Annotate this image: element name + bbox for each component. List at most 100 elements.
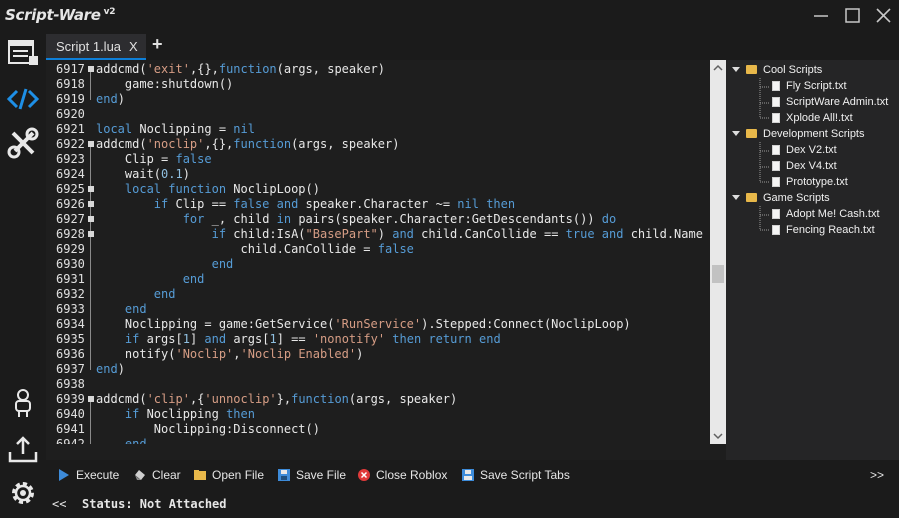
- line-number: 6922: [56, 137, 85, 151]
- line-number: 6937: [56, 362, 85, 376]
- code-line[interactable]: 6941 Noclipping:Disconnect(): [46, 422, 710, 437]
- expand-arrow-icon[interactable]: [732, 67, 740, 72]
- code-line[interactable]: 6925 local function NoclipLoop(): [46, 182, 710, 197]
- code-icon: [6, 88, 40, 110]
- fold-marker[interactable]: [88, 186, 94, 192]
- file-name: Dex V2.txt: [786, 144, 837, 156]
- code-line[interactable]: 6920: [46, 107, 710, 122]
- scroll-down-icon[interactable]: [710, 430, 726, 442]
- code-line[interactable]: 6928 if child:IsA("BasePart") and child.…: [46, 227, 710, 242]
- tree-file[interactable]: Adopt Me! Cash.txt: [772, 208, 880, 220]
- execute-label: Execute: [76, 468, 120, 482]
- sidebar-editor-button[interactable]: [6, 36, 40, 70]
- save-script-tabs-label: Save Script Tabs: [480, 468, 570, 482]
- file-name: Dex V4.txt: [786, 160, 837, 172]
- code-line[interactable]: 6921 local Noclipping = nil: [46, 122, 710, 137]
- file-icon: [772, 97, 780, 107]
- expand-toolbar-button[interactable]: >>: [870, 468, 884, 482]
- code-line[interactable]: 6926 if Clip == false and speaker.Charac…: [46, 197, 710, 212]
- code-line[interactable]: 6937 end): [46, 362, 710, 377]
- expand-arrow-icon[interactable]: [732, 195, 740, 200]
- tree-file[interactable]: Prototype.txt: [772, 176, 848, 188]
- fold-marker[interactable]: [88, 66, 94, 72]
- code-line[interactable]: 6934 Noclipping = game:GetService('RunSe…: [46, 317, 710, 332]
- add-tab-button[interactable]: +: [152, 34, 163, 55]
- sidebar-tools-button[interactable]: [6, 126, 40, 160]
- open-file-button[interactable]: Open File: [194, 468, 264, 482]
- fold-marker[interactable]: [88, 231, 94, 237]
- code-line[interactable]: 6933 end: [46, 302, 710, 317]
- close-roblox-button[interactable]: Close Roblox: [358, 468, 447, 482]
- tree-file[interactable]: ScriptWare Admin.txt: [772, 96, 888, 108]
- code-line[interactable]: 6932 end: [46, 287, 710, 302]
- code-line[interactable]: 6931 end: [46, 272, 710, 287]
- tree-file[interactable]: Dex V2.txt: [772, 144, 837, 156]
- code-line[interactable]: 6919 end): [46, 92, 710, 107]
- title-bar: Script-Ware v2: [0, 0, 899, 32]
- sidebar-settings-button[interactable]: [6, 476, 40, 510]
- code-line[interactable]: 6923 Clip = false: [46, 152, 710, 167]
- app-logo: Script-Ware v2: [5, 6, 115, 24]
- tree-file[interactable]: Fly Script.txt: [772, 80, 847, 92]
- code-line[interactable]: 6927 for _, child in pairs(speaker.Chara…: [46, 212, 710, 227]
- file-name: ScriptWare Admin.txt: [786, 96, 889, 108]
- code-line[interactable]: 6935 if args[1] and args[1] == 'nonotify…: [46, 332, 710, 347]
- code-text: game:shutdown(): [96, 77, 234, 91]
- file-icon: [772, 145, 780, 155]
- code-line[interactable]: 6929 child.CanCollide = false: [46, 242, 710, 257]
- code-line[interactable]: 6917 addcmd('exit',{},function(args, spea…: [46, 62, 710, 77]
- sidebar-code-button[interactable]: [6, 82, 40, 116]
- file-icon: [772, 209, 780, 219]
- line-number: 6939: [56, 392, 85, 406]
- save-icon: [278, 469, 290, 481]
- code-line[interactable]: 6930 end: [46, 257, 710, 272]
- code-editor[interactable]: 6917 addcmd('exit',{},function(args, spea…: [46, 60, 710, 444]
- line-number: 6936: [56, 347, 85, 361]
- sidebar-share-button[interactable]: [6, 432, 40, 466]
- tree-folder[interactable]: Cool Scripts: [732, 64, 822, 76]
- code-text: end: [124, 437, 147, 444]
- file-name: Adopt Me! Cash.txt: [786, 208, 880, 220]
- save-file-button[interactable]: Save File: [278, 468, 346, 482]
- tab-script-1[interactable]: Script 1.lua X: [46, 34, 146, 60]
- maximize-button[interactable]: [840, 4, 864, 28]
- app-version: v2: [103, 7, 116, 17]
- code-line[interactable]: 6924 wait(0.1): [46, 167, 710, 182]
- code-text: local Noclipping = nil: [96, 122, 255, 136]
- save-script-tabs-button[interactable]: Save Script Tabs: [462, 468, 570, 482]
- code-line[interactable]: 6922 addcmd('noclip',{},function(args, sp…: [46, 137, 710, 152]
- line-number: 6934: [56, 317, 85, 331]
- minimize-button[interactable]: [809, 4, 833, 28]
- code-line[interactable]: 6918 game:shutdown(): [46, 77, 710, 92]
- line-number: 6932: [56, 287, 85, 301]
- scroll-thumb[interactable]: [712, 265, 724, 283]
- code-line[interactable]: 6942 end: [46, 437, 710, 444]
- scroll-up-icon[interactable]: [710, 62, 726, 74]
- line-number: 6925: [56, 182, 85, 196]
- expand-arrow-icon[interactable]: [732, 131, 740, 136]
- file-name: Xplode All!.txt: [786, 112, 853, 124]
- editor-vertical-scrollbar[interactable]: [710, 60, 726, 444]
- tree-file[interactable]: Dex V4.txt: [772, 160, 837, 172]
- tree-file[interactable]: Fencing Reach.txt: [772, 224, 875, 236]
- fold-marker[interactable]: [88, 141, 94, 147]
- collapse-button[interactable]: <<: [52, 497, 66, 511]
- tab-close-button[interactable]: X: [129, 39, 138, 54]
- code-line[interactable]: 6936 notify('Noclip','Noclip Enabled'): [46, 347, 710, 362]
- code-line[interactable]: 6939 addcmd('clip',{'unnoclip'},function(…: [46, 392, 710, 407]
- code-line[interactable]: 6940 if Noclipping then: [46, 407, 710, 422]
- execute-button[interactable]: Execute: [58, 468, 119, 482]
- sidebar-users-button[interactable]: [6, 386, 40, 420]
- code-line[interactable]: 6938: [46, 377, 710, 392]
- share-icon: [8, 436, 38, 463]
- clear-button[interactable]: Clear: [134, 468, 181, 482]
- tree-file[interactable]: Xplode All!.txt: [772, 112, 853, 124]
- line-number: 6926: [56, 197, 85, 211]
- fold-marker[interactable]: [88, 216, 94, 222]
- tree-folder[interactable]: Game Scripts: [732, 192, 830, 204]
- close-button[interactable]: [871, 4, 895, 28]
- tree-folder[interactable]: Development Scripts: [732, 128, 865, 140]
- fold-marker[interactable]: [88, 201, 94, 207]
- fold-marker[interactable]: [88, 396, 94, 402]
- editor-horizontal-scrollbar[interactable]: [46, 444, 726, 460]
